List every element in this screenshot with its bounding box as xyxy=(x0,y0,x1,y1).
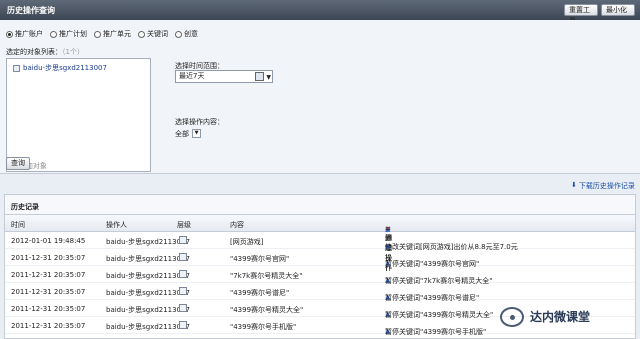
page-title: 历史操作查询 xyxy=(7,6,55,15)
selected-objects-label: 选定的对象列表：（1个） xyxy=(6,48,84,56)
account-icon xyxy=(13,64,20,72)
table-row[interactable]: 2011-12-31 20:35:07 baidu-步思sgxd2113007 … xyxy=(5,249,635,268)
download-history-link[interactable]: ⬇ 下载历史操作记录 xyxy=(571,181,635,191)
col-operator[interactable]: 操作人 xyxy=(106,220,127,230)
history-title: 历史记录 xyxy=(5,195,635,215)
radio-icon[interactable] xyxy=(138,30,145,38)
selected-objects-list[interactable]: baidu-步思sgxd2113007 +添加对象 xyxy=(6,58,151,172)
level-icon xyxy=(179,236,187,244)
radio-icon[interactable] xyxy=(175,30,182,38)
radio-icon[interactable] xyxy=(50,30,57,38)
query-button[interactable]: 查询 xyxy=(6,157,30,170)
download-icon: ⬇ xyxy=(571,181,577,189)
operation-select[interactable]: 全部 ▼ xyxy=(175,128,201,139)
filter-panel: 推广账户 推广计划 推广单元 关键词 创意 选定的对象列表：（1个） baidu… xyxy=(0,20,640,174)
operation-label: 选择操作内容： xyxy=(175,118,224,126)
col-content[interactable]: 内容 xyxy=(230,220,244,230)
scope-option-creative[interactable]: 创意 xyxy=(175,29,198,39)
level-icon xyxy=(179,270,187,278)
list-item[interactable]: baidu-步思sgxd2113007 xyxy=(13,63,107,73)
radio-icon[interactable] xyxy=(94,30,101,38)
scope-option-unit[interactable]: 推广单元 xyxy=(94,29,131,39)
table-header: 时间 操作人 层级 内容 ▲ = 修改操作 + = 添加操作 ✕ = 删除操作 xyxy=(5,215,635,272)
watermark: 达内微课堂 xyxy=(500,304,635,329)
table-row[interactable]: 2011-12-31 20:35:07 baidu-步思sgxd2113007 … xyxy=(5,283,635,302)
chevron-down-icon[interactable]: ▼ xyxy=(266,72,271,83)
level-icon xyxy=(179,304,187,312)
scope-radio-group: 推广账户 推广计划 推广单元 关键词 创意 xyxy=(6,29,198,39)
radio-icon[interactable] xyxy=(6,30,13,38)
col-level[interactable]: 层级 xyxy=(177,220,191,230)
col-time[interactable]: 时间 xyxy=(11,220,25,230)
level-icon xyxy=(179,253,187,261)
table-row[interactable]: 2011-12-31 20:35:07 baidu-步思sgxd2113007 … xyxy=(5,266,635,285)
level-icon xyxy=(179,321,187,329)
scope-option-keyword[interactable]: 关键词 xyxy=(138,29,168,39)
reset-tool-button[interactable]: 重置工具 xyxy=(564,4,598,25)
chevron-down-icon[interactable]: ▼ xyxy=(192,129,201,138)
time-range-select[interactable]: 最近7天 ▼ xyxy=(175,70,273,83)
scope-option-plan[interactable]: 推广计划 xyxy=(50,29,87,39)
table-row[interactable]: 2012-01-01 19:48:45 baidu-步思sgxd2113007 … xyxy=(5,232,635,251)
level-icon xyxy=(179,287,187,295)
scope-option-account[interactable]: 推广账户 xyxy=(6,29,43,39)
title-bar: 历史操作查询 重置工具 最小化 xyxy=(0,0,640,25)
minimize-button[interactable]: 最小化 xyxy=(601,4,635,16)
wechat-logo-icon xyxy=(500,306,524,327)
calendar-icon[interactable] xyxy=(255,72,264,81)
